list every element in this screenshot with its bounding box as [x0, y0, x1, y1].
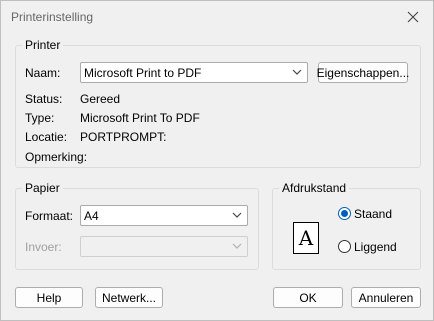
- landscape-radio[interactable]: [338, 240, 351, 253]
- landscape-label[interactable]: Liggend: [354, 240, 397, 254]
- close-button[interactable]: [393, 1, 433, 33]
- properties-button[interactable]: Eigenschappen...: [317, 62, 409, 83]
- network-button[interactable]: Netwerk...: [95, 287, 163, 308]
- portrait-label[interactable]: Staand: [354, 207, 392, 221]
- status-value: Gereed: [80, 92, 121, 106]
- type-label: Type:: [25, 111, 55, 125]
- source-label: Invoer:: [25, 240, 62, 254]
- orientation-group-label: Afdrukstand: [279, 181, 350, 195]
- paper-group-label: Papier: [22, 181, 63, 195]
- chevron-down-icon: [292, 69, 302, 75]
- close-icon: [407, 11, 419, 23]
- chevron-down-icon: [232, 243, 242, 249]
- printer-group-label: Printer: [22, 38, 64, 52]
- status-label: Status:: [25, 92, 63, 106]
- format-dropdown[interactable]: A4: [80, 205, 248, 226]
- help-button[interactable]: Help: [15, 287, 83, 308]
- portrait-radio[interactable]: [338, 207, 351, 220]
- printer-name-dropdown[interactable]: Microsoft Print to PDF: [80, 62, 308, 83]
- format-label: Formaat:: [25, 209, 74, 223]
- type-value: Microsoft Print To PDF: [80, 111, 200, 125]
- location-label: Locatie:: [25, 130, 68, 144]
- location-value: PORTPROMPT:: [80, 130, 167, 144]
- format-value: A4: [84, 209, 99, 223]
- comment-label: Opmerking:: [25, 150, 88, 164]
- paper-group: Papier: [15, 181, 259, 270]
- printer-name-label: Naam:: [25, 66, 61, 80]
- window-title: Printerinstelling: [11, 10, 94, 24]
- title-bar: Printerinstelling: [1, 1, 433, 33]
- printer-name-value: Microsoft Print to PDF: [84, 66, 202, 80]
- ok-button[interactable]: OK: [273, 287, 343, 308]
- chevron-down-icon: [232, 212, 242, 218]
- source-dropdown[interactable]: [80, 236, 248, 257]
- portrait-page-icon: A: [293, 222, 319, 254]
- page-letter: A: [298, 226, 314, 250]
- printer-setup-dialog: Printerinstelling Printer Naam: Microsof…: [0, 0, 434, 321]
- cancel-button[interactable]: Annuleren: [351, 287, 421, 308]
